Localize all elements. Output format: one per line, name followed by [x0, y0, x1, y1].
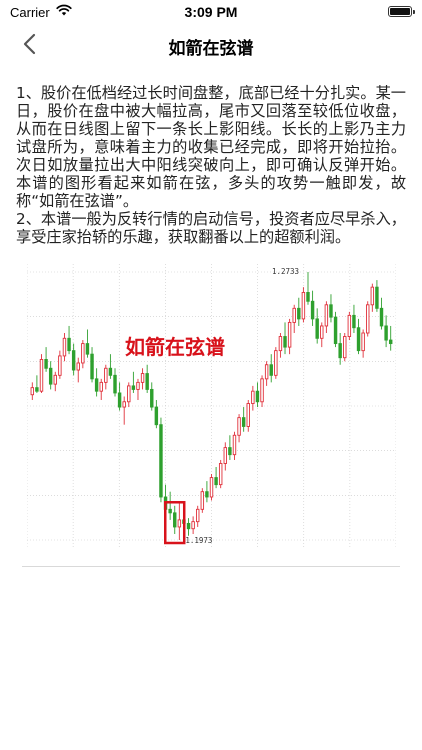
candle-up [292, 307, 296, 323]
candle-down [145, 373, 149, 390]
candle-down [352, 314, 356, 329]
status-bar: Carrier 3:09 PM [0, 0, 422, 24]
candlestick-chart-svg: 如箭在弦谱 1.2733 1.1973 [26, 264, 397, 547]
candle-down [150, 388, 154, 408]
article-paragraph-1: 1、股价在低档经过长时间盘整，底部已经十分扎实。某一日，股价在盘中被大幅拉高，尾… [16, 84, 406, 210]
candle-up [196, 508, 200, 523]
chart-grid [26, 264, 397, 547]
candle-down [108, 367, 113, 376]
candle-up [370, 286, 375, 306]
candle-down [329, 304, 333, 318]
candle-up [30, 387, 35, 396]
candle-down [283, 336, 287, 348]
candle-down [297, 307, 301, 320]
candlestick-chart: 如箭在弦谱 1.2733 1.1973 [26, 264, 397, 547]
candle-down [384, 325, 388, 341]
candle-up [301, 292, 306, 320]
candle-down [85, 343, 90, 355]
candle-up [232, 434, 237, 456]
candle-up [140, 373, 145, 383]
candle-up [104, 367, 108, 383]
candle-up [191, 521, 195, 530]
candle-up [99, 381, 103, 392]
candle-down [35, 387, 39, 392]
candle-down [338, 343, 342, 359]
candle-down [94, 378, 99, 392]
candle-down [310, 300, 315, 320]
candle-down [255, 390, 260, 403]
article-paragraph-2: 2、本谱一般为反转行情的启动信号，投资者应尽早杀入， 享受庄家抬轿的乐趣，获取翻… [16, 210, 406, 246]
candle-down [67, 337, 71, 352]
candle-up [361, 332, 365, 352]
candle-up [287, 321, 292, 348]
candle-down [379, 307, 384, 327]
divider [22, 566, 400, 567]
candle-down [186, 522, 191, 530]
candle-down [269, 364, 273, 376]
candle-up [122, 401, 126, 408]
chart-title: 如箭在弦谱 [125, 335, 225, 359]
candle-up [209, 477, 214, 498]
candle-up [39, 359, 44, 392]
candle-up [278, 336, 283, 352]
candle-up [347, 314, 352, 337]
candle-down [159, 424, 163, 498]
candle-down [356, 327, 361, 352]
candle-down [375, 286, 379, 309]
battery-icon [388, 6, 415, 17]
candle-down [388, 339, 393, 345]
candle-down [315, 318, 319, 339]
candle-down [154, 406, 159, 426]
candle-down [241, 417, 246, 427]
candle-down [306, 292, 310, 302]
nav-bar: 如箭在弦谱 [0, 24, 422, 64]
candle-up [76, 362, 80, 371]
candle-up [136, 381, 140, 390]
candle-up [58, 355, 62, 376]
candle-up [237, 417, 241, 436]
low-price-label: 1.1973 [185, 536, 212, 545]
candle-down [48, 367, 53, 385]
candle-up [343, 336, 347, 359]
candle-down [333, 316, 338, 345]
candle-up [127, 385, 131, 403]
candle-up [366, 304, 370, 334]
candle-up [200, 491, 205, 510]
candle-down [168, 508, 172, 514]
candle-up [320, 325, 324, 339]
candle-down [205, 491, 209, 498]
candle-down [44, 359, 48, 369]
candle-up [81, 343, 85, 364]
candle-up [177, 519, 182, 528]
candle-down [71, 350, 76, 371]
candle-down [90, 353, 94, 380]
candle-down [131, 385, 136, 390]
candle-down [113, 374, 117, 394]
article-body: 1、股价在低档经过长时间盘整，底部已经十分扎实。某一日，股价在盘中被大幅拉高，尾… [16, 84, 406, 246]
candle-down [228, 447, 232, 456]
high-price-label: 1.2733 [272, 267, 299, 276]
candle-down [173, 512, 177, 528]
candle-up [324, 304, 329, 327]
candle-up [260, 378, 264, 403]
candle-up [62, 337, 67, 357]
status-time: 3:09 PM [184, 4, 238, 20]
page-title: 如箭在弦谱 [168, 39, 254, 59]
candle-up [251, 390, 255, 404]
candle-up [246, 403, 250, 427]
candle-up [223, 447, 227, 464]
candle-up [53, 374, 57, 385]
candle-up [218, 463, 223, 486]
candle-up [264, 364, 269, 380]
candle-down [214, 477, 218, 486]
candle-down [117, 392, 122, 408]
candle-up [274, 350, 278, 376]
